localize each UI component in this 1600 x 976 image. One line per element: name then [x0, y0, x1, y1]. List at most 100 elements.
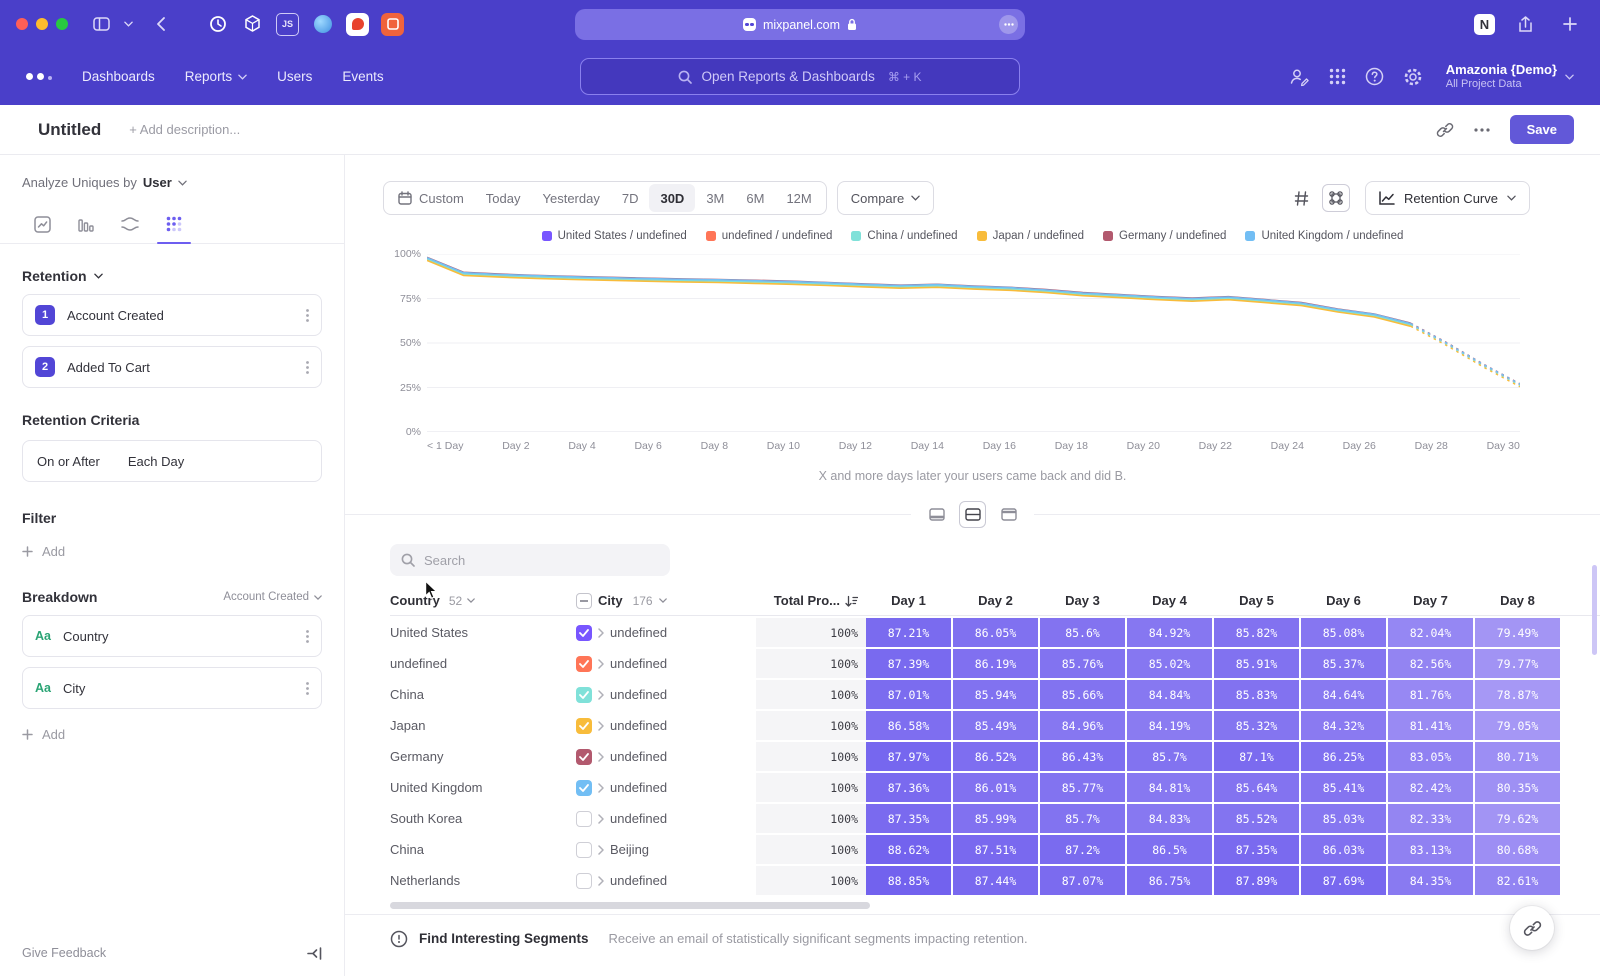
retention-cell[interactable]: 80.71% — [1475, 742, 1560, 771]
favicon-video-icon[interactable] — [381, 13, 404, 36]
retention-cell[interactable]: 86.25% — [1301, 742, 1386, 771]
criteria-each-day[interactable]: Each Day — [128, 454, 184, 469]
global-search-button[interactable]: Open Reports & Dashboards ⌘ + K — [580, 58, 1020, 95]
view-chart-only-button[interactable] — [923, 501, 950, 528]
day-column-header[interactable]: Day 2 — [953, 593, 1038, 608]
address-bar[interactable]: mixpanel.com — [575, 9, 1025, 40]
add-filter-button[interactable]: Add — [22, 544, 322, 559]
country-cell[interactable]: Japan — [390, 711, 576, 740]
range-30d[interactable]: 30D — [649, 184, 695, 212]
row-checkbox[interactable] — [576, 656, 592, 672]
retention-cell[interactable]: 86.75% — [1127, 866, 1212, 895]
retention-cell[interactable]: 84.92% — [1127, 618, 1212, 647]
retention-cell[interactable]: 84.32% — [1301, 711, 1386, 740]
sidebar-toggle-icon[interactable] — [93, 17, 110, 31]
favicon-flame-icon[interactable] — [346, 13, 369, 36]
city-cell[interactable]: undefined — [576, 804, 756, 833]
country-cell[interactable]: South Korea — [390, 804, 576, 833]
give-feedback-link[interactable]: Give Feedback — [22, 946, 106, 960]
country-cell[interactable]: United States — [390, 618, 576, 647]
retention-cell[interactable]: 85.08% — [1301, 618, 1386, 647]
retention-cell[interactable]: 88.85% — [866, 866, 951, 895]
retention-cell[interactable]: 87.21% — [866, 618, 951, 647]
city-cell[interactable]: Beijing — [576, 835, 756, 864]
retention-cell[interactable]: 84.19% — [1127, 711, 1212, 740]
expand-row-icon[interactable] — [598, 690, 604, 700]
country-cell[interactable]: China — [390, 680, 576, 709]
retention-cell[interactable]: 85.76% — [1040, 649, 1125, 678]
more-options-icon[interactable] — [1474, 128, 1490, 132]
select-all-checkbox[interactable] — [576, 593, 592, 609]
country-cell[interactable]: United Kingdom — [390, 773, 576, 802]
range-7d[interactable]: 7D — [611, 184, 650, 212]
retention-cell[interactable]: 87.39% — [866, 649, 951, 678]
row-checkbox[interactable] — [576, 780, 592, 796]
nav-item-users[interactable]: Users — [277, 69, 312, 84]
retention-cell[interactable]: 82.56% — [1388, 649, 1473, 678]
settings-gear-icon[interactable] — [1403, 67, 1423, 87]
analyze-uniques-row[interactable]: Analyze Uniques by User — [22, 175, 322, 190]
retention-cell[interactable]: 86.01% — [953, 773, 1038, 802]
favicon-globe-icon[interactable] — [311, 13, 334, 36]
retention-cell[interactable]: 85.66% — [1040, 680, 1125, 709]
retention-cell[interactable]: 84.83% — [1127, 804, 1212, 833]
command-icon[interactable] — [1322, 184, 1350, 212]
more-options-icon[interactable] — [306, 361, 309, 374]
apps-grid-icon[interactable] — [1329, 68, 1346, 85]
retention-cell[interactable]: 85.7% — [1127, 742, 1212, 771]
country-cell[interactable]: China — [390, 835, 576, 864]
row-checkbox[interactable] — [576, 873, 592, 889]
retention-cell[interactable]: 85.37% — [1301, 649, 1386, 678]
retention-cell[interactable]: 85.32% — [1214, 711, 1299, 740]
expand-row-icon[interactable] — [598, 845, 604, 855]
retention-cell[interactable]: 85.82% — [1214, 618, 1299, 647]
day-column-header[interactable]: Day 4 — [1127, 593, 1212, 608]
save-button[interactable]: Save — [1510, 115, 1574, 144]
retention-cell[interactable]: 87.51% — [953, 835, 1038, 864]
project-selector[interactable]: Amazonia {Demo} All Project Data — [1446, 62, 1574, 92]
retention-cell[interactable]: 86.58% — [866, 711, 951, 740]
row-checkbox[interactable] — [576, 687, 592, 703]
legend-item[interactable]: China / undefined — [851, 230, 957, 242]
breakdown-country[interactable]: AaCountry — [22, 615, 322, 657]
retention-cell[interactable]: 80.35% — [1475, 773, 1560, 802]
retention-cell[interactable]: 82.04% — [1388, 618, 1473, 647]
table-search-input[interactable] — [424, 553, 644, 568]
city-cell[interactable]: undefined — [576, 649, 756, 678]
country-column-header[interactable]: Country 52 — [390, 593, 576, 608]
expand-row-icon[interactable] — [598, 876, 604, 886]
retention-cell[interactable]: 82.33% — [1388, 804, 1473, 833]
copy-link-icon[interactable] — [1436, 121, 1454, 139]
retention-cell[interactable]: 86.03% — [1301, 835, 1386, 864]
day-column-header[interactable]: Day 6 — [1301, 593, 1386, 608]
retention-cell[interactable]: 86.05% — [953, 618, 1038, 647]
retention-cell[interactable]: 87.1% — [1214, 742, 1299, 771]
mixpanel-logo-icon[interactable] — [26, 73, 52, 80]
more-options-icon[interactable] — [306, 630, 309, 643]
day-column-header[interactable]: Day 7 — [1388, 593, 1473, 608]
collapse-sidebar-icon[interactable] — [307, 947, 322, 960]
retention-cell[interactable]: 79.05% — [1475, 711, 1560, 740]
retention-cell[interactable]: 85.41% — [1301, 773, 1386, 802]
retention-cell[interactable]: 85.94% — [953, 680, 1038, 709]
minimize-button[interactable] — [36, 18, 48, 30]
tab-flows[interactable] — [108, 205, 152, 243]
range-6m[interactable]: 6M — [735, 184, 775, 212]
retention-cell[interactable]: 85.83% — [1214, 680, 1299, 709]
retention-cell[interactable]: 84.64% — [1301, 680, 1386, 709]
legend-item[interactable]: United States / undefined — [542, 230, 687, 242]
retention-cell[interactable]: 85.91% — [1214, 649, 1299, 678]
zoom-button[interactable] — [56, 18, 68, 30]
city-cell[interactable]: undefined — [576, 742, 756, 771]
expand-row-icon[interactable] — [598, 628, 604, 638]
compare-button[interactable]: Compare — [837, 181, 934, 215]
retention-cell[interactable]: 85.77% — [1040, 773, 1125, 802]
nav-item-dashboards[interactable]: Dashboards — [82, 69, 155, 84]
favicon-cube-icon[interactable] — [241, 13, 264, 36]
retention-cell[interactable]: 83.13% — [1388, 835, 1473, 864]
day-column-header[interactable]: Day 3 — [1040, 593, 1125, 608]
retention-cell[interactable]: 82.42% — [1388, 773, 1473, 802]
annotations-hash-icon[interactable] — [1287, 184, 1315, 212]
share-icon[interactable] — [1518, 16, 1533, 33]
retention-cell[interactable]: 87.35% — [866, 804, 951, 833]
